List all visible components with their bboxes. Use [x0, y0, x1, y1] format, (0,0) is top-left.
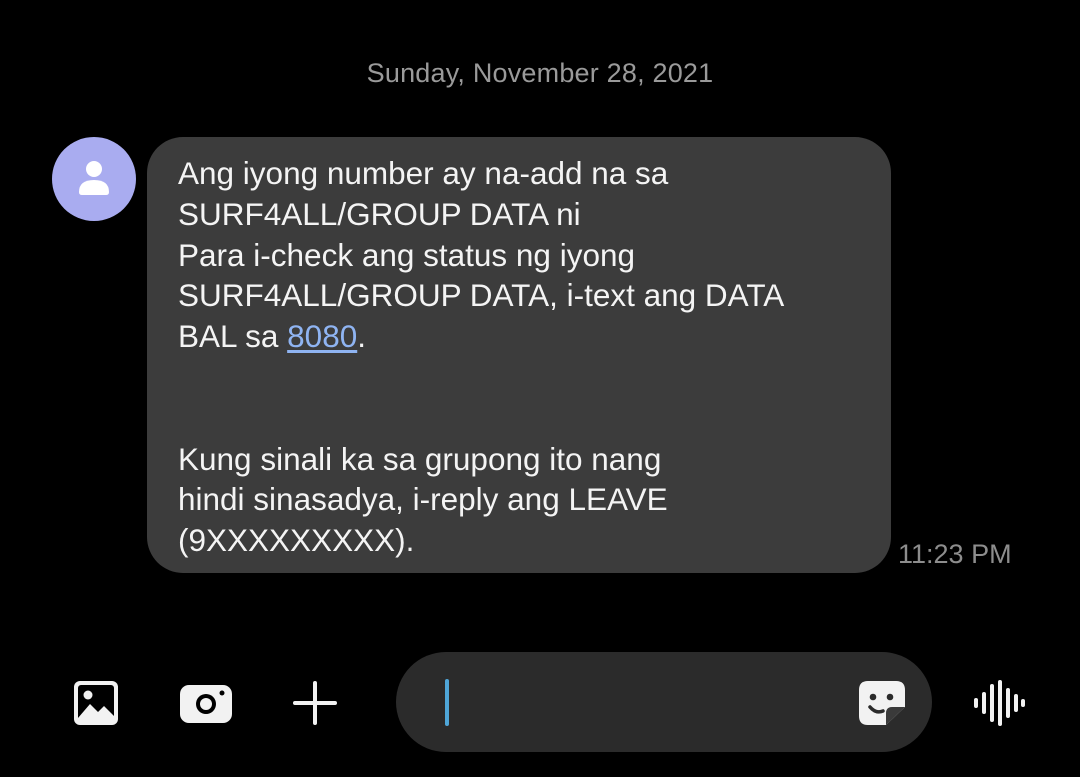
voice-button[interactable]	[973, 680, 1025, 726]
phone-number-link[interactable]: 8080	[287, 318, 357, 354]
voice-waveform-icon	[974, 680, 1025, 726]
message-bubble[interactable]: Ang iyong number ay na-add na sa SURF4AL…	[147, 137, 891, 573]
person-icon	[79, 161, 109, 195]
message-input[interactable]	[456, 672, 850, 734]
plus-icon	[293, 681, 337, 725]
message-line: SURF4ALL/GROUP DATA ni	[178, 195, 581, 232]
conversation-screen: Sunday, November 28, 2021 Ang iyong numb…	[0, 0, 1080, 777]
message-line: hindi sinasadya, i-reply ang LEAVE	[178, 481, 668, 518]
sticker-button[interactable]	[858, 680, 906, 726]
gallery-icon	[74, 681, 118, 725]
camera-button[interactable]	[179, 681, 233, 725]
message-line: SURF4ALL/GROUP DATA, i-text ang DATA	[178, 277, 785, 314]
message-line: (9XXXXXXXXX).	[178, 522, 415, 559]
message-text: BAL sa	[178, 318, 288, 355]
gallery-button[interactable]	[72, 679, 120, 727]
contact-avatar[interactable]	[52, 137, 136, 221]
date-header: Sunday, November 28, 2021	[366, 58, 714, 88]
attach-button[interactable]	[291, 679, 339, 727]
message-line: Ang iyong number ay na-add na sa	[178, 155, 669, 191]
camera-icon	[180, 685, 232, 723]
message-timestamp: 11:23 PM	[898, 539, 1012, 569]
sticker-icon	[859, 681, 905, 725]
message-text: .	[357, 318, 366, 355]
message-line: Para i-check ang status ng iyong	[178, 236, 636, 273]
message-line-with-link: BAL sa 8080.	[178, 316, 861, 357]
message-line: Kung sinali ka sa grupong ito nang	[178, 440, 662, 477]
text-cursor	[445, 679, 449, 726]
